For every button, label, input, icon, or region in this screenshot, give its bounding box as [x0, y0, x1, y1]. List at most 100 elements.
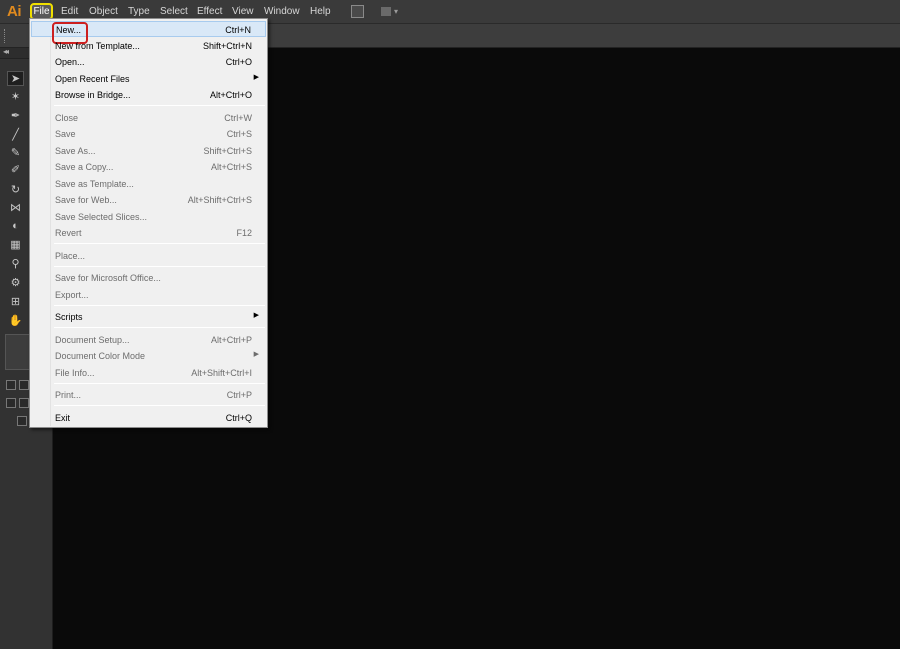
- app-logo: Ai: [7, 3, 22, 20]
- hand-tool-icon[interactable]: ✋: [7, 314, 24, 329]
- file-menu-dropdown: New... Ctrl+N New from Template... Shift…: [29, 18, 268, 428]
- pen-tool-icon[interactable]: ✒: [7, 109, 24, 124]
- blob-brush-tool-icon[interactable]: ✐: [7, 163, 24, 178]
- menu-item-label: Save Selected Slices...: [55, 212, 148, 222]
- illustrator-window: Ai File Edit Object Type Select Effect V…: [0, 0, 900, 649]
- menu-item-place[interactable]: Place...: [31, 248, 266, 264]
- draw-mode-icon[interactable]: [6, 398, 16, 408]
- menu-item-label: Close: [55, 113, 79, 123]
- menu-item-open[interactable]: Open... Ctrl+O: [31, 54, 266, 70]
- menu-separator: [54, 105, 265, 106]
- menu-separator: [54, 327, 265, 328]
- menu-item-save-slices[interactable]: Save Selected Slices...: [31, 209, 266, 225]
- menu-effect[interactable]: Effect: [197, 6, 222, 17]
- menu-select[interactable]: Select: [160, 6, 188, 17]
- menu-separator: [54, 266, 265, 267]
- menu-item-shortcut: Alt+Shift+Ctrl+S: [187, 195, 252, 205]
- menu-item-revert[interactable]: Revert F12: [31, 225, 266, 241]
- screen-mode-icon[interactable]: [19, 398, 29, 408]
- menu-item-label: Save for Web...: [55, 195, 117, 205]
- menu-view[interactable]: View: [232, 6, 254, 17]
- selection-tool-icon[interactable]: ➤: [7, 71, 24, 86]
- menu-window[interactable]: Window: [264, 6, 300, 17]
- menu-item-label: Print...: [55, 390, 82, 400]
- menu-object[interactable]: Object: [89, 6, 118, 17]
- menu-item-save-office[interactable]: Save for Microsoft Office...: [31, 270, 266, 286]
- eyedropper-tool-icon[interactable]: ⚲: [7, 257, 24, 272]
- submenu-arrow-icon: ▶: [253, 312, 259, 319]
- menu-item-color-mode[interactable]: Document Color Mode ▶: [31, 348, 266, 364]
- menu-separator: [54, 405, 265, 406]
- symbol-sprayer-tool-icon[interactable]: ⚙: [7, 276, 24, 291]
- menu-help[interactable]: Help: [310, 6, 331, 17]
- menu-item-shortcut: Alt+Ctrl+O: [209, 90, 252, 100]
- artboard-tool-icon[interactable]: ⊞: [7, 295, 24, 310]
- menu-item-shortcut: Shift+Ctrl+S: [203, 146, 252, 156]
- menu-item-open-recent[interactable]: Open Recent Files ▶: [31, 71, 266, 87]
- menu-item-label: Save for Microsoft Office...: [55, 273, 161, 283]
- paintbrush-tool-icon[interactable]: ✎: [7, 146, 24, 161]
- magic-wand-tool-icon[interactable]: ✶: [7, 90, 24, 105]
- menu-item-file-info[interactable]: File Info... Alt+Shift+Ctrl+I: [31, 365, 266, 381]
- menu-item-save-template[interactable]: Save as Template...: [31, 176, 266, 192]
- menu-item-label: Place...: [55, 251, 86, 261]
- menu-item-label: Browse in Bridge...: [55, 90, 131, 100]
- menu-item-exit[interactable]: Exit Ctrl+Q: [31, 410, 266, 426]
- width-tool-icon[interactable]: ⋈: [7, 201, 24, 216]
- menu-type[interactable]: Type: [128, 6, 150, 17]
- menu-item-shortcut: Ctrl+O: [225, 57, 252, 67]
- menu-item-label: Document Color Mode: [55, 351, 146, 361]
- menu-item-save-copy[interactable]: Save a Copy... Alt+Ctrl+S: [31, 159, 266, 175]
- menu-item-label: File Info...: [55, 368, 95, 378]
- menu-item-document-setup[interactable]: Document Setup... Alt+Ctrl+P: [31, 332, 266, 348]
- menu-item-label: Save As...: [55, 146, 96, 156]
- menu-item-label: Save: [55, 129, 76, 139]
- menu-item-save[interactable]: Save Ctrl+S: [31, 126, 266, 142]
- rotate-tool-icon[interactable]: ↻: [7, 183, 24, 198]
- menu-item-label: Exit: [55, 413, 71, 423]
- menu-item-label: Save as Template...: [55, 179, 134, 189]
- menu-item-browse-bridge[interactable]: Browse in Bridge... Alt+Ctrl+O: [31, 87, 266, 103]
- menu-item-label: Open...: [55, 57, 85, 67]
- menu-separator: [54, 383, 265, 384]
- submenu-arrow-icon: ▶: [253, 351, 259, 358]
- menu-item-shortcut: Alt+Ctrl+S: [210, 162, 252, 172]
- menu-item-shortcut: Shift+Ctrl+N: [202, 41, 252, 51]
- shape-builder-tool-icon[interactable]: ◐: [7, 219, 24, 234]
- menu-item-label: Export...: [55, 290, 89, 300]
- bridge-icon[interactable]: [351, 5, 364, 18]
- menu-item-shortcut: Ctrl+Q: [225, 413, 252, 423]
- menu-item-save-as[interactable]: Save As... Shift+Ctrl+S: [31, 143, 266, 159]
- menu-item-label: New from Template...: [55, 41, 140, 51]
- submenu-arrow-icon: ▶: [253, 74, 259, 81]
- line-segment-tool-icon[interactable]: ╱: [7, 128, 24, 143]
- menu-item-shortcut: F12: [236, 228, 252, 238]
- menu-item-close[interactable]: Close Ctrl+W: [31, 110, 266, 126]
- menu-item-label: Save a Copy...: [55, 162, 114, 172]
- menu-separator: [54, 305, 265, 306]
- menu-item-print[interactable]: Print... Ctrl+P: [31, 387, 266, 403]
- control-bar-grip[interactable]: [4, 29, 6, 43]
- menu-item-shortcut: Alt+Ctrl+P: [210, 335, 252, 345]
- menu-item-new-from-template[interactable]: New from Template... Shift+Ctrl+N: [31, 38, 266, 54]
- menu-item-save-for-web[interactable]: Save for Web... Alt+Shift+Ctrl+S: [31, 192, 266, 208]
- menu-item-shortcut: Alt+Shift+Ctrl+I: [191, 368, 252, 378]
- change-screen-mode-icon[interactable]: [17, 416, 27, 426]
- arrange-documents-icon[interactable]: [381, 7, 391, 16]
- menu-separator: [54, 243, 265, 244]
- menu-item-export[interactable]: Export...: [31, 287, 266, 303]
- menu-item-label: Revert: [55, 228, 82, 238]
- dropdown-arrow-icon[interactable]: ▾: [394, 7, 398, 16]
- color-mode-icon[interactable]: [6, 380, 16, 390]
- menu-item-shortcut: Ctrl+P: [226, 390, 252, 400]
- menu-item-shortcut: Ctrl+W: [224, 113, 252, 123]
- menu-item-scripts[interactable]: Scripts ▶: [31, 309, 266, 325]
- gradient-mode-icon[interactable]: [19, 380, 29, 390]
- menu-item-new[interactable]: New... Ctrl+N: [31, 21, 266, 44]
- menu-edit[interactable]: Edit: [61, 6, 78, 17]
- mesh-tool-icon[interactable]: ▦: [7, 238, 24, 253]
- menu-item-label: Scripts: [55, 312, 83, 322]
- collapse-icon[interactable]: ◂◂: [3, 47, 9, 56]
- menu-item-label: Document Setup...: [55, 335, 130, 345]
- menu-item-label: Open Recent Files: [55, 74, 130, 84]
